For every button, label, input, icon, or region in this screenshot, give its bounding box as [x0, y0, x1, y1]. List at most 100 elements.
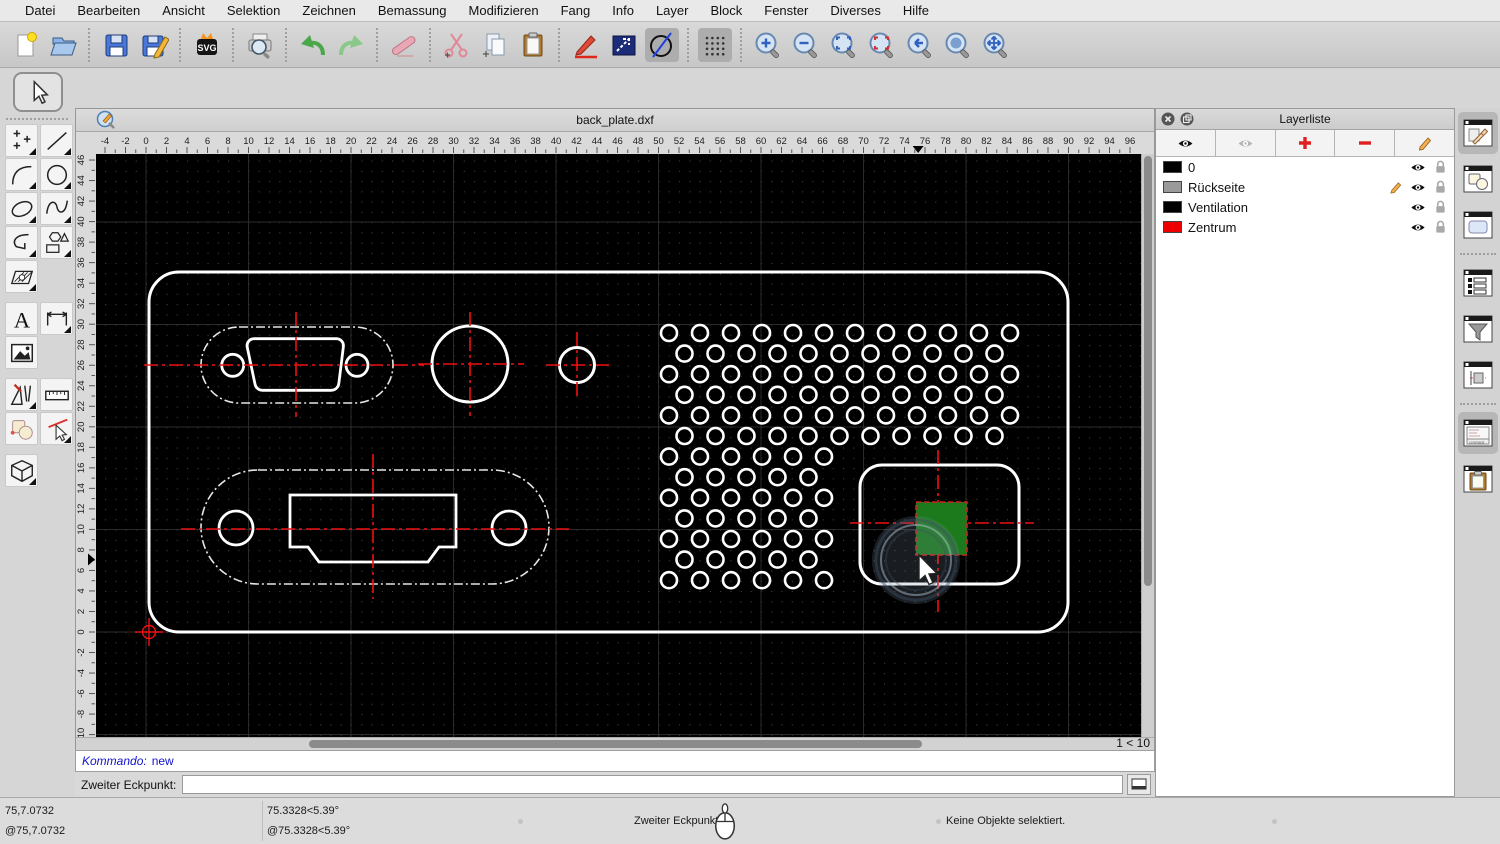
add-layer-button[interactable]: [1275, 130, 1336, 156]
text-icon: A: [13, 307, 29, 332]
horizontal-scrollbar-thumb[interactable]: [309, 740, 922, 748]
points-tool-button[interactable]: [5, 124, 38, 157]
layer-lock-icon[interactable]: [1432, 160, 1448, 174]
close-panel-icon[interactable]: [1161, 112, 1175, 126]
menu-diverses[interactable]: Diverses: [819, 3, 892, 18]
open-file-button[interactable]: [46, 28, 80, 62]
zoom-pan-button[interactable]: [979, 28, 1013, 62]
menu-ansicht[interactable]: Ansicht: [151, 3, 216, 18]
solid-3d-tool-button[interactable]: [5, 454, 38, 487]
cut-button[interactable]: [440, 28, 474, 62]
command-input[interactable]: [182, 775, 1123, 794]
menu-fang[interactable]: Fang: [550, 3, 602, 18]
dock-library-button[interactable]: [1458, 204, 1498, 246]
new-file-button[interactable]: [8, 28, 42, 62]
svg-text:12: 12: [264, 136, 275, 147]
layer-visibility-eye-icon[interactable]: [1410, 221, 1426, 234]
ellipse-tool-button[interactable]: [5, 192, 38, 225]
cad-tools-icon: [10, 383, 31, 405]
document-icon: [96, 110, 116, 130]
undo-button[interactable]: [296, 28, 330, 62]
redo-button[interactable]: [334, 28, 368, 62]
draw-pen-button[interactable]: [569, 28, 603, 62]
vertical-scrollbar[interactable]: [1141, 154, 1154, 737]
edit-layer-button[interactable]: [1395, 130, 1454, 156]
image-tool-button[interactable]: [5, 336, 38, 369]
measure-tool-button[interactable]: [40, 378, 73, 411]
save-file-button[interactable]: [99, 28, 133, 62]
menu-bearbeiten[interactable]: Bearbeiten: [66, 3, 151, 18]
menu-hilfe[interactable]: Hilfe: [892, 3, 940, 18]
layer-lock-icon[interactable]: [1432, 220, 1448, 234]
dock-propertylist-button[interactable]: [1458, 262, 1498, 304]
vertical-scrollbar-thumb[interactable]: [1144, 156, 1152, 586]
modify-tool-button[interactable]: [5, 412, 38, 445]
zoom-selection-button[interactable]: [865, 28, 899, 62]
menu-layer[interactable]: Layer: [645, 3, 700, 18]
delete-entities-button[interactable]: [387, 28, 421, 62]
selection-tool-button[interactable]: [13, 72, 63, 112]
menu-modifizieren[interactable]: Modifizieren: [458, 3, 550, 18]
zoom-auto-button[interactable]: [827, 28, 861, 62]
layer-visibility-eye-icon[interactable]: [1410, 201, 1426, 214]
svg-text:A: A: [13, 307, 29, 332]
menu-selektion[interactable]: Selektion: [216, 3, 291, 18]
svg-export-button[interactable]: SVG: [190, 28, 224, 62]
menu-fenster[interactable]: Fenster: [753, 3, 819, 18]
show-all-layers-button[interactable]: [1156, 130, 1216, 156]
zoom-out-button[interactable]: [789, 28, 823, 62]
zoom-in-button[interactable]: [751, 28, 785, 62]
drawing-window-titlebar[interactable]: back_plate.dxf: [76, 109, 1154, 132]
layer-row-ventilation[interactable]: Ventilation: [1156, 197, 1454, 217]
arc-tool-button[interactable]: [5, 158, 38, 191]
menu-datei[interactable]: Datei: [14, 3, 66, 18]
layer-row-rückseite[interactable]: Rückseite: [1156, 177, 1454, 197]
dimension-tool-button[interactable]: [40, 302, 73, 335]
circle-tool-button[interactable]: [40, 158, 73, 191]
shapes-tool-button[interactable]: [40, 226, 73, 259]
dock-separator: [1459, 403, 1496, 405]
menu-bemassung[interactable]: Bemassung: [367, 3, 458, 18]
dock-filter-button[interactable]: [1458, 308, 1498, 350]
layer-row-0[interactable]: 0: [1156, 157, 1454, 177]
snap-select-tool-button[interactable]: [40, 412, 73, 445]
layer-visibility-eye-icon[interactable]: [1410, 181, 1426, 194]
horizontal-scrollbar[interactable]: [96, 738, 1115, 750]
text-tool-button[interactable]: A: [5, 302, 38, 335]
hide-all-layers-button[interactable]: [1215, 130, 1276, 156]
svg-text:30: 30: [448, 136, 459, 147]
dock-clipboard-button[interactable]: [1458, 458, 1498, 500]
hatch-tool-button[interactable]: [5, 260, 38, 293]
layer-row-zentrum[interactable]: Zentrum: [1156, 217, 1454, 237]
construction-mode-button[interactable]: [645, 27, 679, 62]
print-preview-button[interactable]: [243, 28, 277, 62]
dock-commandline-button[interactable]: command: [1457, 412, 1498, 454]
line-tool-button[interactable]: [40, 124, 73, 157]
svg-text:76: 76: [920, 136, 931, 147]
draw-order-button[interactable]: [607, 28, 641, 62]
command-options-button[interactable]: [1127, 774, 1151, 795]
paste-button[interactable]: [516, 28, 550, 62]
zoom-previous-button[interactable]: [903, 28, 937, 62]
undock-panel-icon[interactable]: [1180, 112, 1194, 126]
menu-block[interactable]: Block: [699, 3, 753, 18]
remove-layer-button[interactable]: [1335, 130, 1396, 156]
layer-visibility-eye-icon[interactable]: [1410, 161, 1426, 174]
spline-tool-button[interactable]: [40, 192, 73, 225]
layer-color-swatch: [1163, 201, 1182, 213]
layer-lock-icon[interactable]: [1432, 180, 1448, 194]
menu-zeichnen[interactable]: Zeichnen: [291, 3, 366, 18]
layer-lock-icon[interactable]: [1432, 200, 1448, 214]
dock-dimension-button[interactable]: [1458, 354, 1498, 396]
polyline-tool-button[interactable]: [5, 226, 38, 259]
copy-button[interactable]: [478, 28, 512, 62]
menu-info[interactable]: Info: [601, 3, 645, 18]
zoom-window-button[interactable]: [941, 28, 975, 62]
cad-tools-tool-button[interactable]: [5, 378, 38, 411]
save-file-as-button[interactable]: [137, 28, 171, 62]
toolbar-separator: [740, 27, 743, 62]
grid-toggle-button[interactable]: [698, 27, 732, 62]
drawing-canvas[interactable]: [96, 154, 1141, 737]
dock-blocklist-button[interactable]: [1458, 158, 1498, 200]
dock-layerlist-button[interactable]: [1457, 112, 1498, 154]
